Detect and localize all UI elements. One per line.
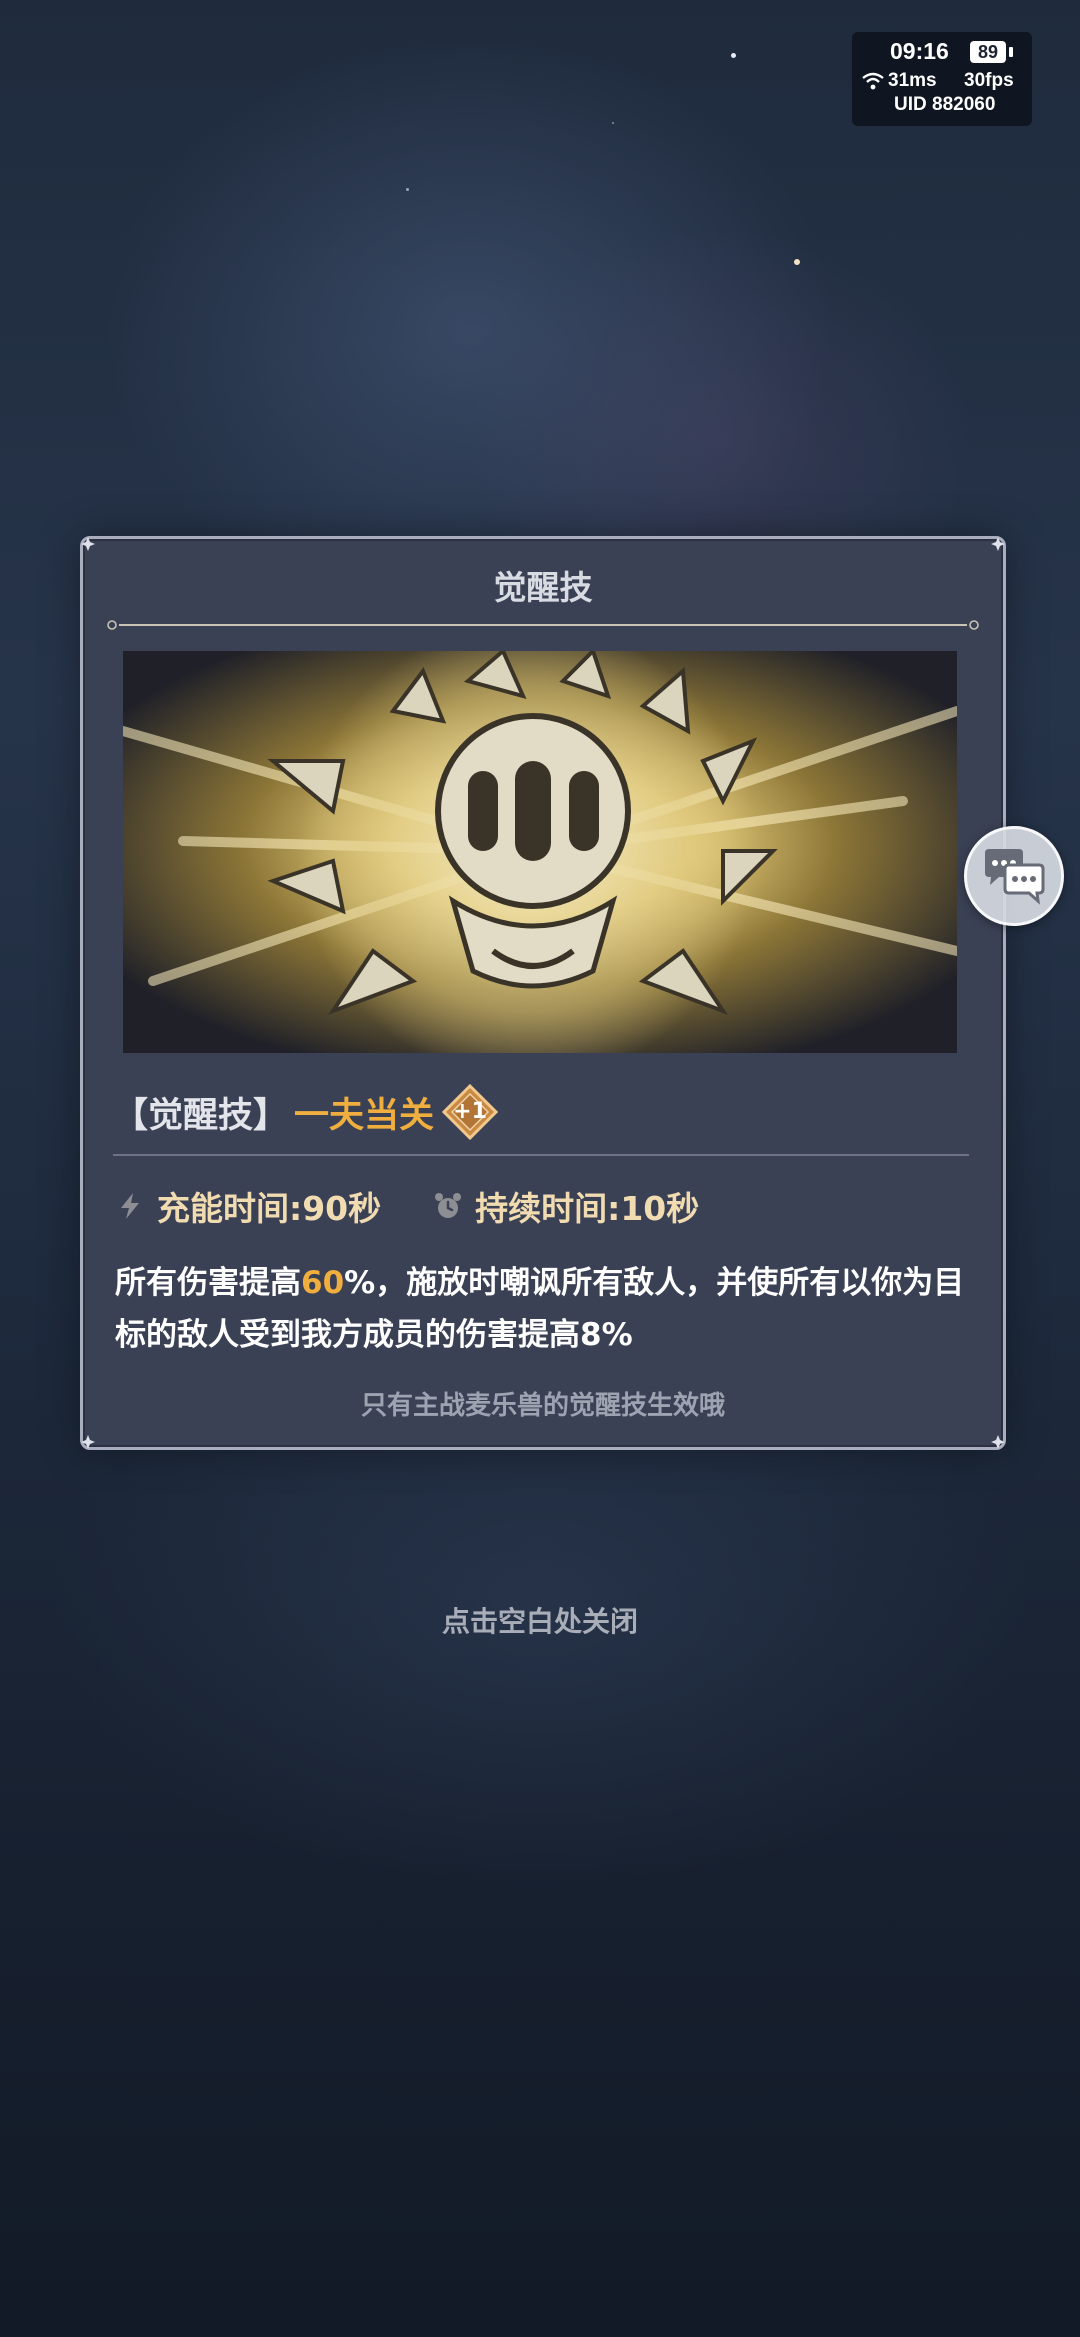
- charge-time-stat: 充能时间:90秒: [115, 1182, 381, 1230]
- skill-description: 所有伤害提高60%，施放时嘲讽所有敌人，并使所有以你为目标的敌人受到我方成员的伤…: [115, 1257, 975, 1361]
- clock-time: 09:16: [890, 38, 949, 64]
- skill-name: 一夫当关: [294, 1095, 435, 1136]
- battery-tip: [1009, 47, 1013, 57]
- title-divider: [107, 620, 979, 630]
- corner-ornament: [990, 1434, 1006, 1450]
- level-badge-text: +1: [453, 1099, 487, 1124]
- skill-note: 只有主战麦乐兽的觉醒技生效哦: [360, 1391, 725, 1421]
- ping-value: 31ms: [888, 70, 937, 91]
- duration-text: 持续时间:10秒: [475, 1189, 700, 1228]
- background-star: [612, 122, 614, 124]
- skill-dialog[interactable]: 觉醒技 【觉醒技】 一夫当关 +1 充能时间:90秒 持续时间:10秒 所有伤害…: [80, 536, 1006, 1450]
- background-star: [406, 188, 409, 191]
- duration-stat: 持续时间:10秒: [433, 1182, 699, 1230]
- skill-illustration: [123, 651, 957, 1053]
- wifi-icon: [862, 72, 884, 90]
- skill-stats: 充能时间:90秒 持续时间:10秒: [115, 1181, 699, 1231]
- battery-icon: 89: [970, 41, 1006, 63]
- status-overlay: 09:16 89 31ms 30fps UID 882060: [852, 32, 1032, 126]
- description-text: 所有伤害提高: [115, 1265, 301, 1301]
- background-star: [794, 259, 800, 265]
- close-hint[interactable]: 点击空白处关闭: [0, 1600, 1080, 1640]
- skill-name-row: 【觉醒技】 一夫当关 +1: [113, 1084, 499, 1140]
- chat-bubbles-icon: [985, 849, 1045, 905]
- corner-ornament: [80, 1434, 96, 1450]
- corner-ornament: [990, 536, 1006, 552]
- charge-time-text: 充能时间:90秒: [157, 1189, 382, 1228]
- level-badge: +1: [442, 1084, 499, 1140]
- fps-value: 30fps: [964, 70, 1014, 91]
- chat-button[interactable]: [964, 826, 1064, 926]
- alarm-clock-icon: [435, 1193, 462, 1218]
- skill-type-label: 【觉醒技】: [113, 1095, 289, 1136]
- dialog-title: 觉醒技: [493, 568, 593, 607]
- description-highlight: 60: [301, 1265, 345, 1301]
- uid-value: UID 882060: [894, 94, 996, 115]
- lightning-icon: [121, 1193, 139, 1219]
- background-star: [731, 53, 736, 58]
- corner-ornament: [80, 536, 96, 552]
- section-divider: [113, 1154, 969, 1156]
